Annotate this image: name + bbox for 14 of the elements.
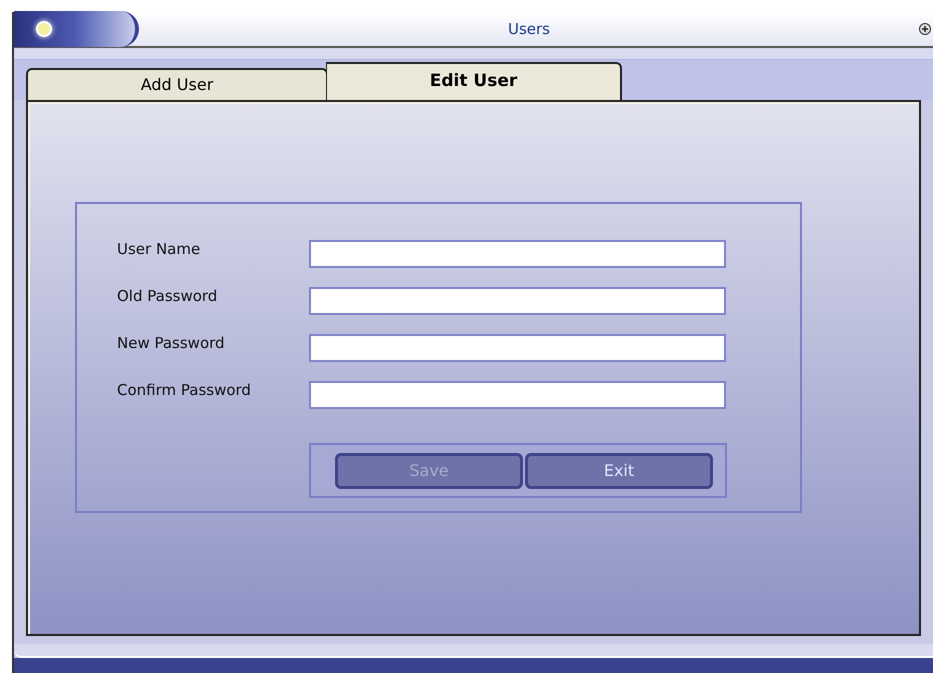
input-field[interactable] (309, 334, 726, 362)
input-field[interactable] (309, 381, 726, 409)
window-title: Users (508, 18, 550, 40)
field-label: Old Password (117, 286, 218, 307)
field-label: New Password (117, 332, 226, 354)
tab[interactable]: Edit User (326, 62, 622, 100)
input-field[interactable] (309, 287, 726, 315)
input-field[interactable] (309, 240, 726, 268)
tab[interactable]: Add User (26, 68, 328, 100)
expand-icon[interactable] (919, 23, 931, 35)
action-button[interactable]: Exit (525, 452, 713, 488)
field-label: User Name (117, 238, 202, 260)
window-orb-icon (14, 11, 139, 47)
field-label: Confirm Password (117, 380, 252, 401)
